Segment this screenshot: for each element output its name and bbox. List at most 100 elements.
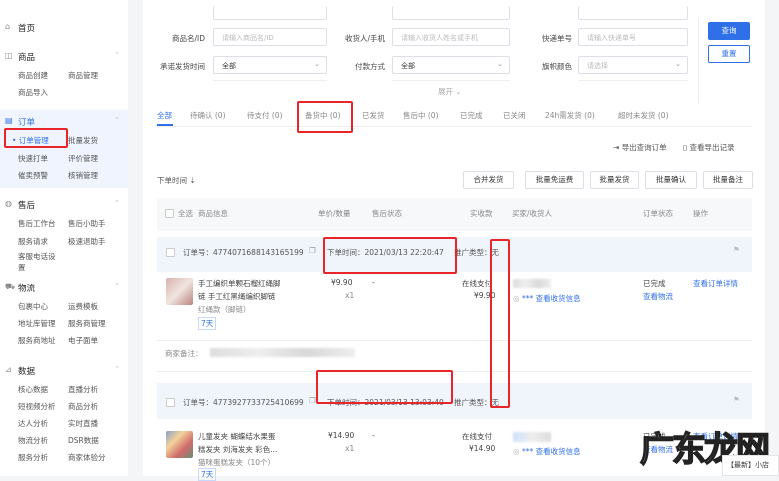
- sidebar-item[interactable]: 极速退助手: [68, 236, 106, 247]
- sidebar-item[interactable]: 催卖预警: [18, 170, 48, 181]
- express-input[interactable]: 请输入快递单号: [578, 28, 688, 46]
- sidebar-item[interactable]: 商家体验分: [68, 452, 106, 463]
- notice-popup[interactable]: 【最新】小店: [722, 455, 779, 476]
- chevron-up-icon[interactable]: ⌃: [114, 116, 120, 124]
- sidebar-item[interactable]: 核销管理: [68, 170, 98, 181]
- sidebar-item[interactable]: 服务请求: [18, 236, 48, 247]
- sidebar-item[interactable]: 直播分析: [68, 384, 98, 395]
- receiver-info[interactable]: ◎ *** 查看收货信息: [513, 446, 581, 457]
- sidebar-item[interactable]: 运费模板: [68, 301, 98, 312]
- order-checkbox[interactable]: [166, 398, 175, 407]
- sidebar-item[interactable]: 电子面单: [68, 335, 98, 346]
- pay-select[interactable]: 全部 ⌄: [392, 56, 510, 74]
- ship-time-select[interactable]: 全部 ⌄: [213, 56, 327, 74]
- batch-ship-button[interactable]: 批量发货: [590, 171, 639, 189]
- tab-overdue[interactable]: 超时未发货 (0): [618, 110, 669, 121]
- chevron-up-icon[interactable]: ⌃: [114, 51, 120, 59]
- sidebar-item[interactable]: 达人分析: [18, 418, 48, 429]
- return-tag: 7天: [198, 468, 217, 481]
- product-input[interactable]: 请输入商品名/ID: [213, 28, 327, 46]
- product-title[interactable]: 儿童发夹 蝴蝶结水果蛋: [198, 431, 275, 442]
- tab-to-pay[interactable]: 待支付 (0): [247, 110, 283, 121]
- view-receiver-link[interactable]: *** 查看收货信息: [522, 447, 581, 456]
- sidebar-section-data[interactable]: 数据: [18, 365, 35, 377]
- tab-completed[interactable]: 已完成: [460, 110, 483, 121]
- select-value: 全部: [401, 62, 415, 70]
- sidebar-item[interactable]: 商品创建: [18, 70, 48, 81]
- col-after-sale: 售后状态: [372, 209, 402, 218]
- batch-note-button[interactable]: 批量备注: [703, 171, 753, 189]
- product-thumbnail[interactable]: [166, 431, 193, 458]
- divider: [578, 80, 688, 81]
- sidebar-item[interactable]: 评价管理: [68, 153, 98, 164]
- query-button[interactable]: 查询: [708, 22, 750, 40]
- export-orders-link[interactable]: ⇥ 导出查询订单: [613, 142, 667, 153]
- flag-icon[interactable]: ⚑: [733, 395, 740, 404]
- product-title-line2[interactable]: 糕发夹 刘海发夹 彩色...: [198, 444, 277, 455]
- sidebar-item[interactable]: 快速打单: [18, 153, 48, 164]
- view-logistics-link[interactable]: 查看物流: [643, 291, 673, 302]
- copy-icon[interactable]: ❐: [309, 246, 316, 255]
- tab-closed[interactable]: 已关闭: [503, 110, 526, 121]
- export-icon: ⇥: [613, 143, 620, 152]
- chevron-up-icon[interactable]: ⌃: [114, 282, 120, 290]
- sidebar-item[interactable]: 商品分析: [68, 401, 98, 412]
- tab-to-confirm[interactable]: 待确认 (0): [190, 110, 226, 121]
- sidebar-section-logistics[interactable]: 物流: [18, 282, 35, 294]
- sidebar-item[interactable]: 批量发货: [68, 135, 98, 146]
- sidebar-item[interactable]: 地址库管理: [18, 318, 56, 329]
- cut-input[interactable]: [213, 6, 327, 20]
- sidebar-section-aftersale[interactable]: 售后: [18, 199, 35, 211]
- chevron-up-icon[interactable]: ⌃: [114, 365, 120, 373]
- merchant-note-label: 商家备注：: [165, 349, 203, 358]
- batch-confirm-button[interactable]: 批量确认: [645, 171, 697, 189]
- cut-input[interactable]: [578, 6, 688, 20]
- sidebar-item[interactable]: 客服电话设置: [18, 251, 62, 273]
- sidebar-item[interactable]: 物流分析: [18, 435, 48, 446]
- sidebar-item[interactable]: 服务商地址: [18, 335, 56, 346]
- sidebar-item[interactable]: 商品导入: [18, 87, 48, 98]
- receiver-input[interactable]: 请输入收货人姓名或手机: [392, 28, 510, 46]
- cut-input[interactable]: [392, 6, 510, 20]
- tab-all[interactable]: 全部: [157, 110, 172, 121]
- sidebar-item[interactable]: 商品管理: [68, 70, 98, 81]
- tab-shipped[interactable]: 已发货: [362, 110, 385, 121]
- product-title-line2[interactable]: 链 手工红黑绳编织脚链: [198, 291, 275, 302]
- tab-24h-ship[interactable]: 24h需发货 (0): [545, 110, 595, 121]
- batch-free-shipping-button[interactable]: 批量免运费: [525, 171, 584, 189]
- sidebar-item-home[interactable]: 首页: [18, 22, 35, 34]
- sidebar-item[interactable]: 包裹中心: [18, 301, 48, 312]
- sidebar-item[interactable]: DSR数据: [68, 435, 99, 446]
- sidebar-item[interactable]: 售后工作台: [18, 218, 56, 229]
- view-order-detail-link[interactable]: 查看订单详情: [693, 278, 738, 289]
- receiver-info[interactable]: ◎ *** 查看收货信息: [513, 293, 581, 304]
- chevron-up-icon[interactable]: ⌃: [114, 199, 120, 207]
- order-checkbox[interactable]: [166, 248, 175, 257]
- merge-ship-button[interactable]: 合并发货: [463, 171, 514, 189]
- product-title[interactable]: 手工编织单颗石榴红绳脚: [198, 278, 281, 289]
- pay-method: 在线支付: [462, 432, 492, 441]
- select-all-checkbox[interactable]: [165, 209, 174, 218]
- export-label: 查看导出记录: [689, 143, 735, 152]
- location-icon: ◎: [513, 447, 520, 456]
- sidebar-section-order[interactable]: 订单: [18, 116, 35, 128]
- sidebar-item[interactable]: 服务分析: [18, 452, 48, 463]
- view-receiver-link[interactable]: *** 查看收货信息: [522, 294, 581, 303]
- product-thumbnail[interactable]: [166, 278, 193, 305]
- sidebar-item[interactable]: 核心数据: [18, 384, 48, 395]
- flag-icon[interactable]: ⚑: [733, 245, 740, 254]
- tab-after-sale[interactable]: 售后中 (0): [403, 110, 439, 121]
- headset-icon: ◍: [5, 199, 12, 208]
- copy-icon[interactable]: ❐: [309, 396, 316, 405]
- sidebar-item[interactable]: 服务商管理: [68, 318, 106, 329]
- flag-select[interactable]: 请选择 ⌄: [578, 56, 688, 74]
- sidebar-item[interactable]: 售后小助手: [68, 218, 106, 229]
- export-records-link[interactable]: ▯ 查看导出记录: [683, 142, 735, 153]
- order-status: 已完成: [643, 279, 666, 288]
- sidebar-item[interactable]: 短视频分析: [18, 401, 56, 412]
- sort-order-time[interactable]: 下单时间 ⇣: [157, 175, 196, 186]
- reset-button[interactable]: 重置: [708, 45, 750, 63]
- sidebar-item[interactable]: 实时直播: [68, 418, 98, 429]
- expand-toggle[interactable]: 展开 ⌄: [438, 86, 462, 97]
- sidebar-section-product[interactable]: 商品: [18, 51, 35, 63]
